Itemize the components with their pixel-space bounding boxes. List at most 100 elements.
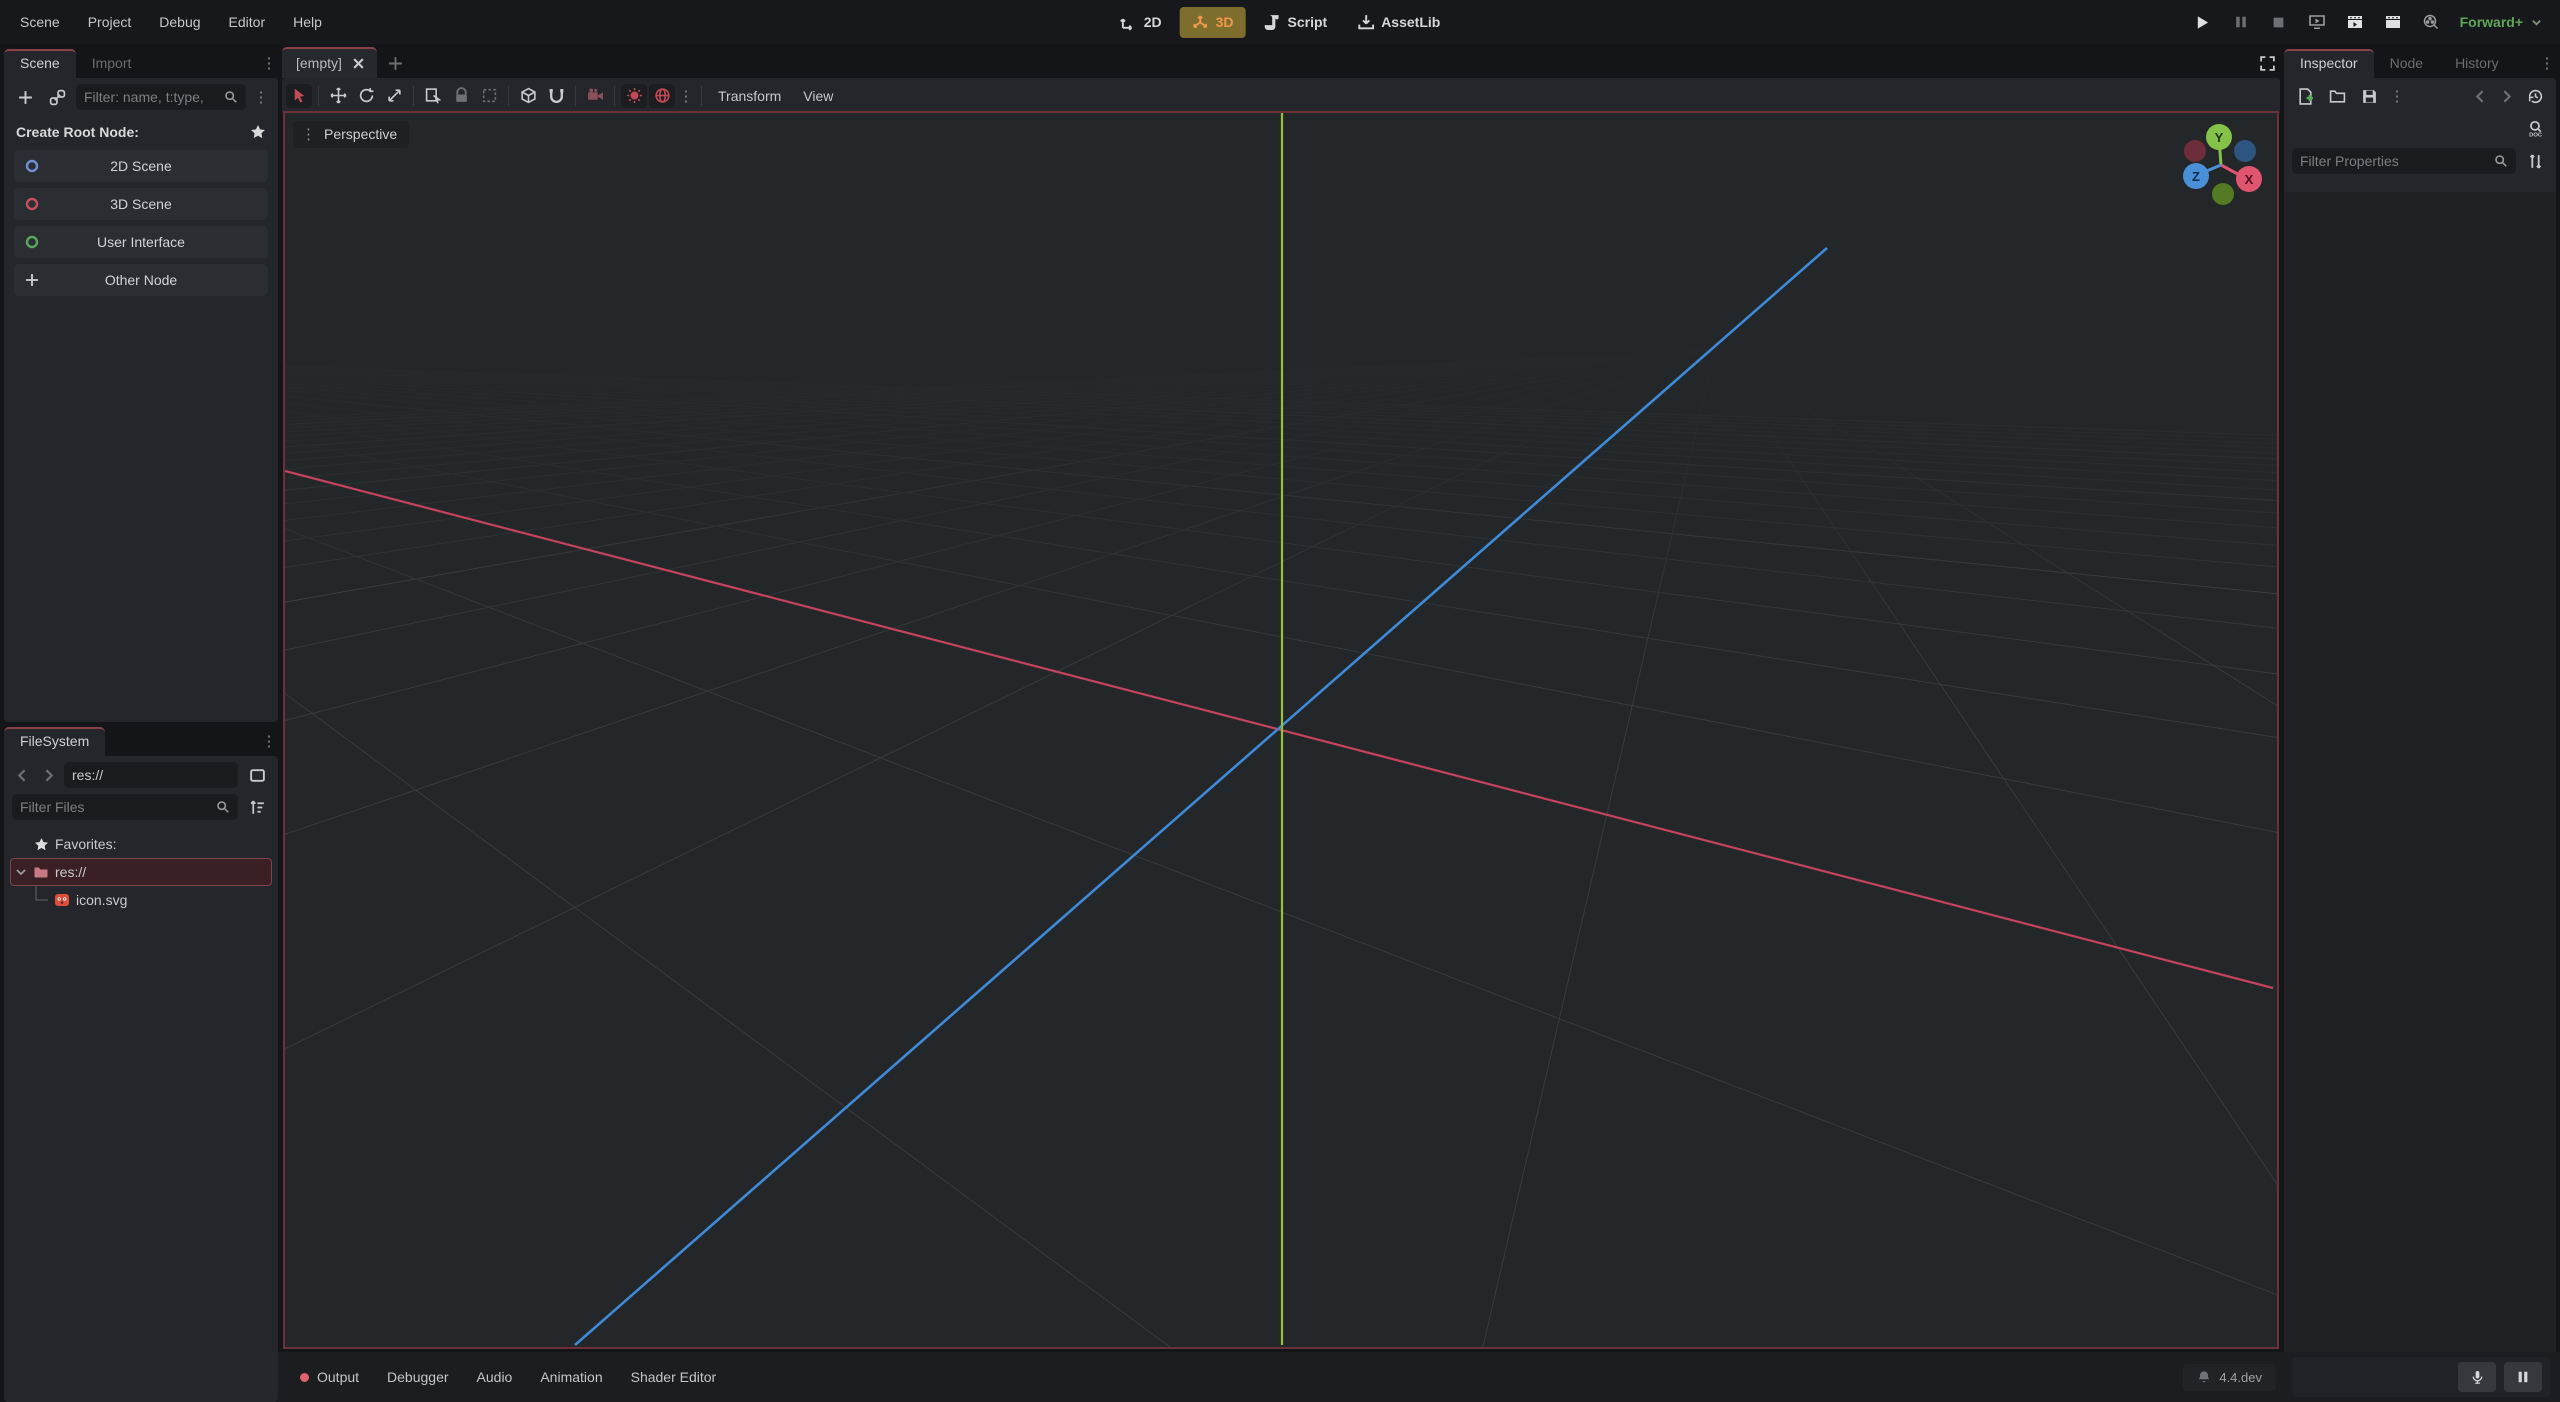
favorites-star-icon[interactable] xyxy=(250,124,266,140)
new-resource-button[interactable] xyxy=(2292,84,2318,108)
scene-dock-menu-icon[interactable]: ⋮ xyxy=(260,54,278,78)
create-2d-scene-button[interactable]: 2D Scene xyxy=(14,150,268,182)
tab-3d-editor[interactable]: 3D xyxy=(1180,7,1246,38)
fs-root-item[interactable]: res:// xyxy=(10,858,272,886)
version-label: 4.4.dev xyxy=(2219,1370,2262,1385)
pause-bars-button[interactable] xyxy=(2504,1362,2542,1392)
create-3d-scene-button[interactable]: 3D Scene xyxy=(14,188,268,220)
view-mode-selector[interactable]: ⋮ Perspective xyxy=(293,121,409,148)
clapper-icon xyxy=(2385,14,2401,30)
create-ui-scene-button[interactable]: User Interface xyxy=(14,226,268,258)
filesystem-dock-menu-icon[interactable]: ⋮ xyxy=(260,732,278,756)
scene-extra-menu-icon[interactable]: ⋮ xyxy=(252,88,270,106)
run-current-scene-button[interactable] xyxy=(2338,7,2372,37)
tab-node[interactable]: Node xyxy=(2374,49,2439,78)
main-menu-bar: Scene Project Debug Editor Help 2D 3D Sc… xyxy=(0,0,2560,44)
menu-scene[interactable]: Scene xyxy=(6,8,74,36)
close-icon[interactable] xyxy=(352,57,365,70)
use-snap-button[interactable] xyxy=(543,84,569,108)
shader-editor-panel-button[interactable]: Shader Editor xyxy=(619,1362,729,1392)
run-specific-scene-button[interactable] xyxy=(2376,7,2410,37)
tab-history[interactable]: History xyxy=(2439,49,2515,78)
pause-icon xyxy=(2234,15,2248,29)
version-info[interactable]: 4.4.dev xyxy=(2183,1364,2276,1391)
stop-button[interactable] xyxy=(2262,7,2296,37)
fs-file-item[interactable]: icon.svg xyxy=(10,886,272,914)
toggle-environment-button[interactable] xyxy=(649,84,675,108)
inspector-filter-input[interactable]: Filter Properties xyxy=(2292,148,2516,174)
save-resource-button[interactable] xyxy=(2356,84,2382,108)
tab-inspector[interactable]: Inspector xyxy=(2284,49,2374,78)
chevron-down-icon xyxy=(15,866,27,878)
snap-object-button[interactable] xyxy=(515,84,541,108)
toggle-sun-button[interactable] xyxy=(621,84,647,108)
movie-maker-button[interactable] xyxy=(2414,7,2448,37)
list-select-button[interactable] xyxy=(420,84,446,108)
add-node-button[interactable] xyxy=(12,85,38,109)
sun-env-menu-icon[interactable]: ⋮ xyxy=(677,87,695,105)
inspector-tools-button[interactable] xyxy=(2522,149,2548,173)
audio-panel-button[interactable]: Audio xyxy=(465,1362,525,1392)
animation-panel-button[interactable]: Animation xyxy=(528,1362,614,1392)
search-docs-button[interactable]: DOC xyxy=(2522,116,2548,140)
folder-icon xyxy=(33,864,49,880)
editor-context-switcher: 2D 3D Script AssetLib xyxy=(1108,0,1453,44)
new-scene-tab-button[interactable] xyxy=(383,51,409,75)
scene-filter-input[interactable]: Filter: name, t:type, xyxy=(76,84,246,110)
fs-back-button[interactable] xyxy=(12,763,32,787)
inspector-filter-placeholder: Filter Properties xyxy=(2300,153,2488,169)
tab-scene-dock[interactable]: Scene xyxy=(4,49,76,78)
menu-project[interactable]: Project xyxy=(74,8,146,36)
menu-editor[interactable]: Editor xyxy=(215,8,280,36)
instance-scene-button[interactable] xyxy=(44,85,70,109)
expand-viewport-button[interactable] xyxy=(2254,51,2280,75)
axis-gizmo[interactable]: Y X Z xyxy=(2173,115,2273,215)
scale-mode-button[interactable] xyxy=(381,84,407,108)
play-button[interactable] xyxy=(2186,7,2220,37)
fs-split-mode-button[interactable] xyxy=(244,763,270,787)
edit-history-button[interactable] xyxy=(2522,84,2548,108)
tab-import-dock[interactable]: Import xyxy=(76,49,148,78)
tab-filesystem-dock[interactable]: FileSystem xyxy=(4,727,105,756)
gizmo-neg-y[interactable] xyxy=(2212,183,2234,205)
renderer-selector[interactable]: Forward+ xyxy=(2452,14,2550,30)
history-back-button[interactable] xyxy=(2470,84,2490,108)
output-panel-button[interactable]: Output xyxy=(288,1362,371,1392)
microphone-button[interactable] xyxy=(2458,1362,2496,1392)
pause-button[interactable] xyxy=(2224,7,2258,37)
viewport-3d[interactable]: ⋮ Perspective Y X Z xyxy=(283,111,2279,1349)
gizmo-neg-x[interactable] xyxy=(2184,140,2206,162)
lock-selected-button[interactable] xyxy=(448,84,474,108)
create-ui-scene-label: User Interface xyxy=(40,234,242,250)
rotate-icon xyxy=(358,87,375,104)
menu-debug[interactable]: Debug xyxy=(145,8,214,36)
rotate-mode-button[interactable] xyxy=(353,84,379,108)
tab-assetlib[interactable]: AssetLib xyxy=(1345,7,1452,38)
history-forward-button[interactable] xyxy=(2496,84,2516,108)
chevron-down-icon xyxy=(2531,17,2542,28)
gizmo-neg-z[interactable] xyxy=(2234,140,2256,162)
godot-file-icon xyxy=(54,892,70,908)
resource-extra-menu-icon[interactable]: ⋮ xyxy=(2388,87,2406,105)
inspector-dock-menu-icon[interactable]: ⋮ xyxy=(2538,54,2556,78)
select-mode-button[interactable] xyxy=(286,84,312,108)
clapper-play-icon xyxy=(2347,14,2363,30)
fs-sort-button[interactable] xyxy=(244,795,270,819)
menu-help[interactable]: Help xyxy=(279,8,336,36)
transform-menu[interactable]: Transform xyxy=(708,83,791,109)
move-mode-button[interactable] xyxy=(325,84,351,108)
fs-favorites-item[interactable]: Favorites: xyxy=(10,830,272,858)
remote-debug-button[interactable] xyxy=(2300,7,2334,37)
fs-forward-button[interactable] xyxy=(38,763,58,787)
tab-2d-editor[interactable]: 2D xyxy=(1108,7,1174,38)
fs-filter-input[interactable]: Filter Files xyxy=(12,794,238,820)
load-resource-button[interactable] xyxy=(2324,84,2350,108)
tab-script-editor[interactable]: Script xyxy=(1252,7,1340,38)
preview-camera-button[interactable] xyxy=(582,84,608,108)
scene-tab-empty[interactable]: [empty] xyxy=(282,47,377,78)
create-other-node-button[interactable]: Other Node xyxy=(14,264,268,296)
view-menu[interactable]: View xyxy=(793,83,843,109)
group-selected-button[interactable] xyxy=(476,84,502,108)
debugger-panel-button[interactable]: Debugger xyxy=(375,1362,461,1392)
fs-path-input[interactable]: res:// xyxy=(64,762,238,788)
